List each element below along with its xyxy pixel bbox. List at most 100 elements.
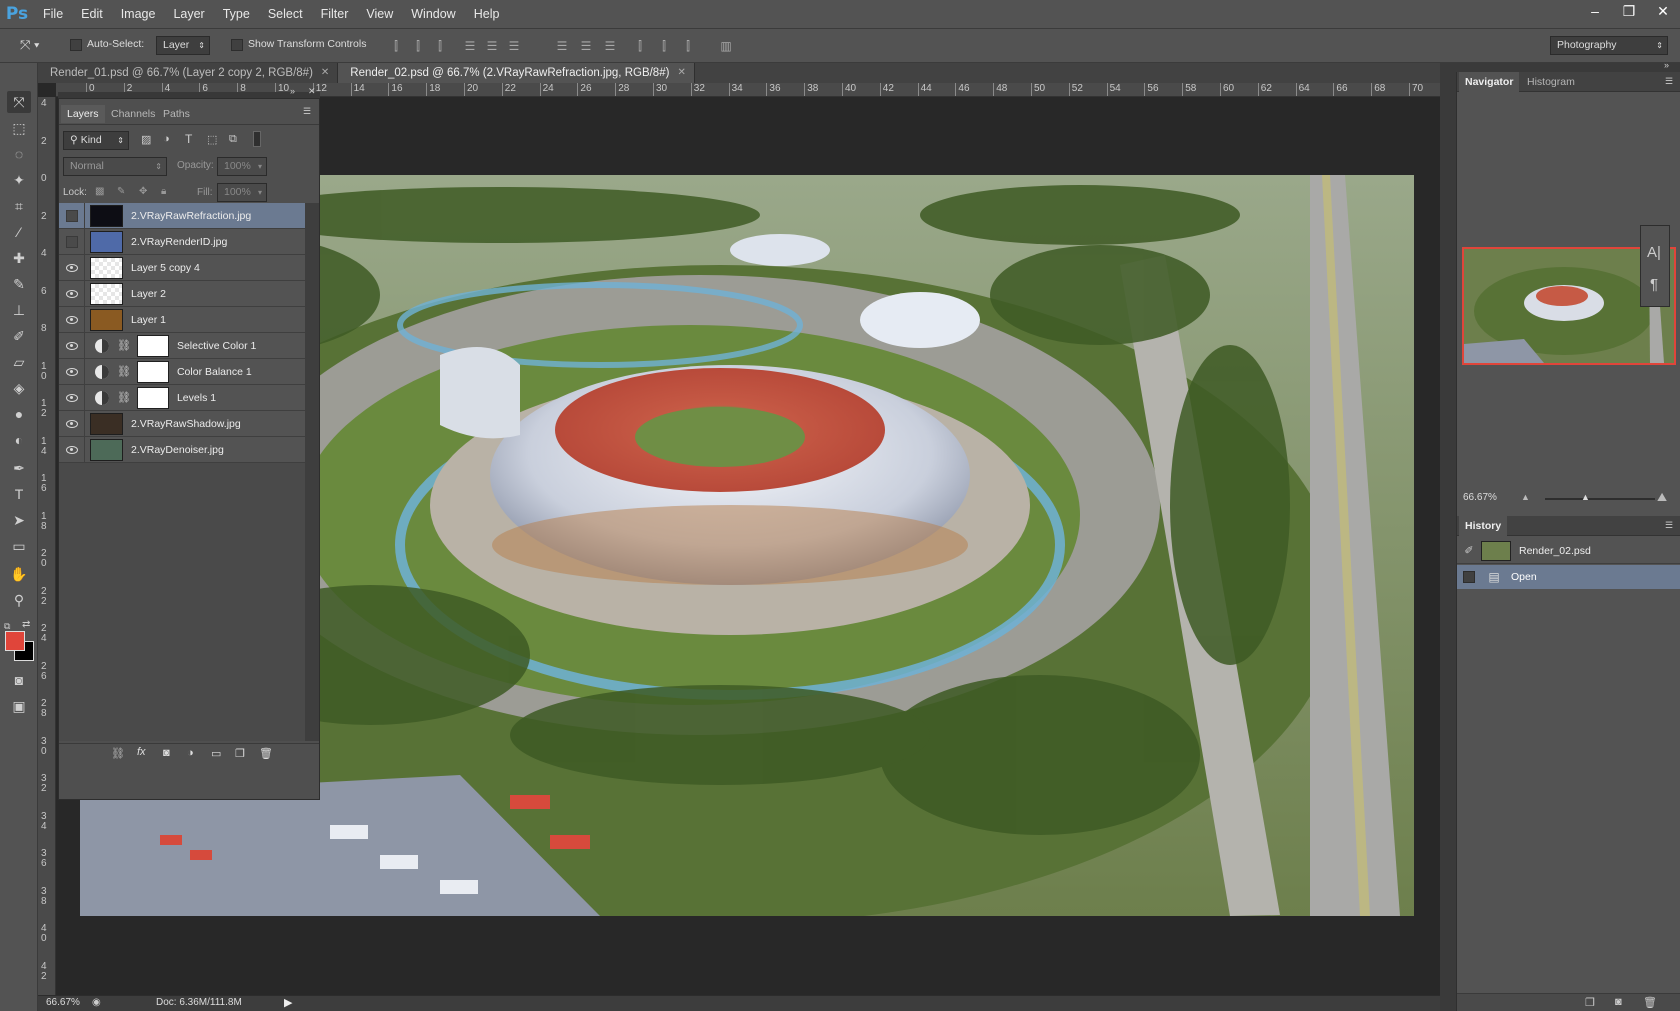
filter-kind-dropdown[interactable]: ⚲ Kind ⇕ — [63, 131, 129, 150]
layer-row[interactable]: Layer 5 copy 4 — [59, 254, 305, 281]
align-bottom-icon[interactable]: ⫿ — [432, 38, 448, 54]
panel-menu-icon[interactable]: ☰ — [1665, 76, 1673, 87]
menu-image[interactable]: Image — [112, 0, 165, 28]
layer-visibility-toggle[interactable] — [59, 254, 85, 281]
restore-button[interactable]: ❐ — [1612, 0, 1646, 22]
screen-mode-icon[interactable]: ▣ — [7, 695, 31, 717]
layer-thumbnail[interactable] — [90, 230, 123, 253]
layer-visibility-toggle[interactable] — [59, 410, 85, 437]
opacity-field[interactable]: 100% ▾ — [217, 157, 267, 176]
foreground-color-swatch[interactable] — [5, 631, 25, 651]
clone-stamp-icon[interactable]: ⊥ — [7, 299, 31, 321]
distribute-left-icon[interactable]: ⫿ — [632, 38, 648, 54]
layer-thumbnail[interactable] — [90, 412, 123, 435]
auto-select-checkbox[interactable] — [70, 39, 82, 54]
healing-brush-icon[interactable]: ✚ — [7, 247, 31, 269]
layer-visibility-toggle[interactable] — [59, 306, 85, 333]
tab-history[interactable]: History — [1459, 516, 1508, 536]
blend-mode-dropdown[interactable]: Normal ⇕ — [63, 157, 167, 176]
lock-position-icon[interactable]: ✥ — [139, 186, 147, 197]
status-zoom[interactable]: 66.67% — [46, 997, 80, 1008]
layer-row[interactable]: ⛓ Levels 1 — [59, 384, 305, 411]
layer-row[interactable]: Layer 1 — [59, 306, 305, 333]
layer-visibility-toggle[interactable] — [59, 228, 85, 255]
align-vcenter-icon[interactable]: ⫿ — [410, 38, 426, 54]
delete-layer-icon[interactable]: 🗑︎ — [259, 747, 273, 760]
layer-list-scrollbar[interactable] — [305, 203, 319, 741]
layer-visibility-toggle[interactable] — [59, 384, 85, 411]
doc-tab-render02[interactable]: Render_02.psd @ 66.7% (2.VRayRawRefracti… — [338, 63, 695, 83]
distribute-top-icon[interactable]: ☰ — [554, 38, 570, 54]
layer-mask-thumbnail[interactable] — [136, 334, 169, 357]
workspace-dropdown[interactable]: Photography ⇕ — [1550, 36, 1668, 55]
close-button[interactable]: ✕ — [1646, 0, 1680, 22]
fill-field[interactable]: 100% ▾ — [217, 183, 267, 202]
history-snapshot-row[interactable]: ✐ Render_02.psd — [1457, 538, 1680, 564]
menu-window[interactable]: Window — [402, 0, 464, 28]
layer-row[interactable]: Layer 2 — [59, 280, 305, 307]
filter-smartobject-icon[interactable]: ⧉ — [229, 133, 237, 146]
layer-visibility-toggle[interactable] — [59, 436, 85, 463]
layer-mask-thumbnail[interactable] — [136, 386, 169, 409]
layer-row[interactable]: 2.VRayRenderID.jpg — [59, 228, 305, 255]
lasso-tool-icon[interactable]: ◌ — [7, 143, 31, 165]
filter-type-icon[interactable]: T — [185, 132, 192, 146]
layer-thumbnail[interactable] — [90, 256, 123, 279]
filter-shape-icon[interactable]: ⬚ — [207, 133, 217, 146]
tab-channels[interactable]: Channels — [105, 105, 161, 123]
layer-thumbnail[interactable] — [90, 308, 123, 331]
zoom-slider-thumb[interactable]: ▲ — [1581, 492, 1590, 502]
align-right-icon[interactable]: ☰ — [506, 38, 522, 54]
new-group-icon[interactable]: ▭ — [211, 747, 221, 760]
path-selection-icon[interactable]: ➤ — [7, 509, 31, 531]
tab-navigator[interactable]: Navigator — [1459, 72, 1520, 92]
layer-thumbnail[interactable] — [90, 438, 123, 461]
zoom-tool-icon[interactable]: ⚲ — [7, 589, 31, 611]
layer-row[interactable]: 2.VRayRawRefraction.jpg — [59, 202, 305, 229]
eyedropper-icon[interactable]: ⁄ — [7, 221, 31, 243]
layer-mask-thumbnail[interactable] — [136, 360, 169, 383]
lock-image-icon[interactable]: ✎ — [117, 186, 125, 197]
paint-bucket-icon[interactable]: ◈ — [7, 377, 31, 399]
distribute-vcenter-icon[interactable]: ☰ — [578, 38, 594, 54]
mask-link-icon[interactable]: ⛓ — [117, 339, 131, 352]
menu-help[interactable]: Help — [465, 0, 509, 28]
move-tool-icon[interactable]: ⤧ — [7, 91, 31, 113]
distribute-bottom-icon[interactable]: ☰ — [602, 38, 618, 54]
layer-thumbnail[interactable] — [90, 204, 123, 227]
layer-thumbnail[interactable] — [90, 282, 123, 305]
close-tab-icon[interactable]: ✕ — [321, 63, 329, 83]
navigator-zoom-value[interactable]: 66.67% — [1463, 492, 1497, 503]
menu-select[interactable]: Select — [259, 0, 312, 28]
tab-histogram[interactable]: Histogram — [1521, 72, 1581, 92]
expand-dock-icon[interactable]: » — [1664, 60, 1669, 70]
close-tab-icon[interactable]: ✕ — [677, 63, 685, 83]
tab-paths[interactable]: Paths — [157, 105, 196, 123]
doc-tab-render01[interactable]: Render_01.psd @ 66.7% (Layer 2 copy 2, R… — [38, 63, 339, 83]
lock-transparent-icon[interactable]: ▩ — [95, 186, 104, 197]
hand-tool-icon[interactable]: ✋ — [7, 563, 31, 585]
brush-tool-icon[interactable]: ✎ — [7, 273, 31, 295]
zoom-out-icon[interactable]: ▲ — [1521, 492, 1530, 502]
layer-visibility-toggle[interactable] — [59, 358, 85, 385]
tab-layers[interactable]: Layers — [61, 105, 105, 123]
zoom-in-icon[interactable]: ⛰ — [1657, 490, 1667, 505]
filter-pixel-icon[interactable]: ▨ — [141, 133, 151, 146]
new-document-from-state-icon[interactable]: ❐ — [1585, 996, 1595, 1009]
new-layer-icon[interactable]: ❐ — [235, 747, 245, 760]
delete-state-icon[interactable]: 🗑︎ — [1643, 996, 1657, 1009]
history-step-open[interactable]: ▤ Open — [1457, 565, 1680, 589]
minimize-button[interactable]: – — [1578, 0, 1612, 22]
menu-edit[interactable]: Edit — [72, 0, 112, 28]
layer-style-icon[interactable]: fx — [137, 746, 146, 758]
show-transform-checkbox[interactable] — [231, 39, 243, 54]
menu-file[interactable]: File — [34, 0, 72, 28]
align-hcenter-icon[interactable]: ☰ — [484, 38, 500, 54]
type-tool-icon[interactable]: T — [7, 483, 31, 505]
eraser-icon[interactable]: ▱ — [7, 351, 31, 373]
layer-row[interactable]: ⛓ Color Balance 1 — [59, 358, 305, 385]
rectangle-tool-icon[interactable]: ▭ — [7, 535, 31, 557]
blur-tool-icon[interactable]: ● — [7, 403, 31, 425]
layer-row[interactable]: ⛓ Selective Color 1 — [59, 332, 305, 359]
distribute-right-icon[interactable]: ⫿ — [680, 38, 696, 54]
